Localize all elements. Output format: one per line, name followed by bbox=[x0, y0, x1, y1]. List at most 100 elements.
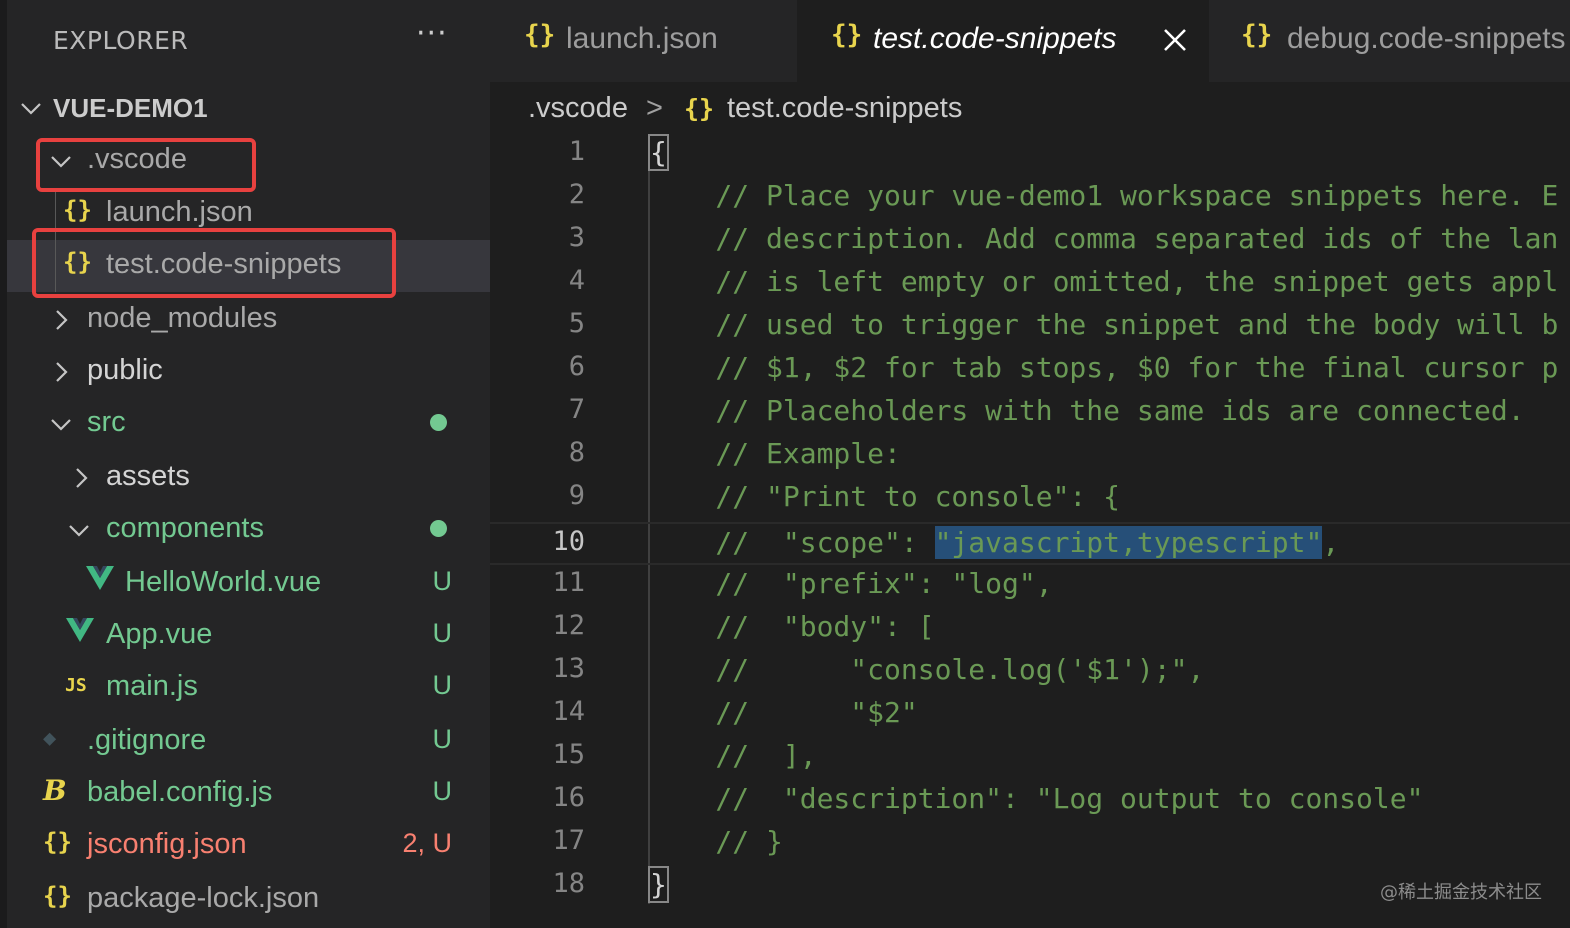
line-number: 4 bbox=[568, 265, 585, 296]
tree-item-package-lock-json[interactable]: {} package-lock.json bbox=[7, 874, 490, 926]
line-number: 15 bbox=[552, 739, 585, 770]
tree-item-main-js[interactable]: JS main.js U bbox=[7, 662, 490, 714]
tree-item-label: node_modules bbox=[87, 302, 278, 334]
line-number: 10 bbox=[552, 526, 585, 557]
code-comment: // "Print to console": { bbox=[648, 480, 1121, 513]
tree-item-label: public bbox=[87, 354, 163, 386]
tree-item-assets[interactable]: assets bbox=[7, 452, 490, 504]
tree-item-label: App.vue bbox=[106, 618, 213, 650]
code-line: 15 // ], bbox=[490, 737, 1570, 780]
selected-text: "javascript,typescript" bbox=[934, 526, 1323, 559]
tree-item-label: package-lock.json bbox=[87, 882, 320, 914]
chevron-right-icon bbox=[47, 358, 75, 386]
code-comment: // description. Add comma separated ids … bbox=[648, 222, 1559, 255]
tab-label: test.code-snippets bbox=[873, 22, 1117, 55]
bracket-match: { bbox=[648, 134, 669, 171]
chevron-right-icon bbox=[67, 464, 95, 492]
workspace-root[interactable]: VUE-DEMO1 bbox=[7, 82, 490, 134]
code-line: 4 // is left empty or omitted, the snipp… bbox=[490, 263, 1570, 306]
code-comment: // is left empty or omitted, the snippet… bbox=[648, 265, 1559, 298]
tab-test-code-snippets[interactable]: {} test.code-snippets bbox=[797, 0, 1209, 82]
tree-item-gitignore[interactable]: ◆ .gitignore U bbox=[7, 716, 490, 768]
tree-item-helloworld-vue[interactable]: HelloWorld.vue U bbox=[7, 558, 490, 610]
line-number: 17 bbox=[552, 825, 585, 856]
tab-label: debug.code-snippets bbox=[1287, 22, 1566, 55]
code-comment: // "$2" bbox=[648, 696, 918, 729]
line-number: 11 bbox=[552, 567, 585, 598]
javascript-file-icon: JS bbox=[65, 675, 87, 696]
explorer-sidebar: EXPLORER ··· VUE-DEMO1 .vscode {} launch… bbox=[0, 0, 490, 928]
code-line: 6 // $1, $2 for tab stops, $0 for the fi… bbox=[490, 349, 1570, 392]
highlight-box-test-snippets bbox=[32, 228, 396, 298]
tree-item-src[interactable]: src bbox=[7, 398, 490, 450]
line-number: 7 bbox=[568, 394, 585, 425]
line-number: 2 bbox=[568, 179, 585, 210]
vue-icon bbox=[65, 616, 95, 650]
code-comment: // used to trigger the snippet and the b… bbox=[648, 308, 1559, 341]
code-comment: // "description": "Log output to console… bbox=[648, 782, 1424, 815]
code-comment: // Example: bbox=[648, 437, 901, 470]
chevron-right-icon: > bbox=[646, 92, 663, 124]
git-file-icon: ◆ bbox=[43, 726, 57, 751]
code-comment: // ], bbox=[648, 739, 817, 772]
editor-tab-bar: {} launch.json {} test.code-snippets {} … bbox=[490, 0, 1570, 82]
tree-item-label: src bbox=[87, 406, 126, 438]
line-number: 8 bbox=[568, 437, 585, 468]
tab-launch-json[interactable]: {} launch.json bbox=[490, 0, 795, 82]
tree-item-label: launch.json bbox=[106, 196, 253, 228]
chevron-down-icon bbox=[65, 516, 93, 544]
line-number: 18 bbox=[552, 868, 585, 899]
line-number: 5 bbox=[568, 308, 585, 339]
code-line: 8 // Example: bbox=[490, 435, 1570, 478]
close-icon[interactable] bbox=[1161, 26, 1189, 54]
explorer-title: EXPLORER bbox=[53, 26, 189, 55]
json-file-icon: {} bbox=[1241, 20, 1273, 50]
code-comment: // "prefix": "log", bbox=[648, 567, 1053, 600]
code-line: 13 // "console.log('$1');", bbox=[490, 651, 1570, 694]
babel-file-icon: B bbox=[43, 774, 67, 807]
tree-item-label: .gitignore bbox=[87, 724, 207, 756]
tree-item-label: components bbox=[106, 512, 264, 544]
tree-item-node-modules[interactable]: node_modules bbox=[7, 294, 490, 346]
tree-item-label: assets bbox=[106, 460, 190, 492]
json-file-icon: {} bbox=[43, 882, 72, 910]
line-number: 1 bbox=[568, 136, 585, 167]
code-comment: // "body": [ bbox=[648, 610, 935, 643]
tree-item-jsconfig-json[interactable]: {} jsconfig.json 2, U bbox=[7, 820, 490, 872]
code-line: 3 // description. Add comma separated id… bbox=[490, 220, 1570, 263]
vue-icon bbox=[85, 564, 115, 598]
line-number: 13 bbox=[552, 653, 585, 684]
tree-item-label: main.js bbox=[106, 670, 198, 702]
code-comment: // } bbox=[648, 825, 783, 858]
tree-item-label: jsconfig.json bbox=[87, 828, 247, 860]
more-actions-button[interactable]: ··· bbox=[416, 16, 448, 51]
code-line: 12 // "body": [ bbox=[490, 608, 1570, 651]
line-number: 3 bbox=[568, 222, 585, 253]
code-line-current: 10 // "scope": "javascript,typescript", bbox=[490, 522, 1570, 565]
json-file-icon: {} bbox=[684, 94, 715, 123]
code-editor[interactable]: 1 { 2 // Place your vue-demo1 workspace … bbox=[490, 134, 1570, 928]
code-line: 5 // used to trigger the snippet and the… bbox=[490, 306, 1570, 349]
code-line: 7 // Placeholders with the same ids are … bbox=[490, 392, 1570, 435]
problems-badge: 2, U bbox=[402, 828, 452, 858]
tab-debug-code-snippets[interactable]: {} debug.code-snippets bbox=[1211, 0, 1570, 82]
tree-item-babel-config[interactable]: B babel.config.js U bbox=[7, 768, 490, 820]
code-line: 14 // "$2" bbox=[490, 694, 1570, 737]
breadcrumb-file[interactable]: test.code-snippets bbox=[727, 92, 962, 125]
tree-item-app-vue[interactable]: App.vue U bbox=[7, 610, 490, 662]
breadcrumb-folder[interactable]: .vscode bbox=[528, 92, 628, 125]
tree-item-components[interactable]: components bbox=[7, 504, 490, 556]
untracked-badge: U bbox=[432, 618, 453, 648]
code-line: 9 // "Print to console": { bbox=[490, 478, 1570, 521]
untracked-badge: U bbox=[432, 776, 453, 806]
modified-dot bbox=[430, 414, 447, 431]
line-number: 12 bbox=[552, 610, 585, 641]
breadcrumb: .vscode > {} test.code-snippets bbox=[490, 82, 1570, 134]
code-line: 16 // "description": "Log output to cons… bbox=[490, 780, 1570, 823]
tree-item-public[interactable]: public bbox=[7, 346, 490, 398]
chevron-down-icon bbox=[47, 410, 75, 438]
tree-item-label: HelloWorld.vue bbox=[125, 566, 322, 598]
json-file-icon: {} bbox=[831, 20, 863, 50]
line-number: 16 bbox=[552, 782, 585, 813]
untracked-badge: U bbox=[432, 566, 453, 596]
